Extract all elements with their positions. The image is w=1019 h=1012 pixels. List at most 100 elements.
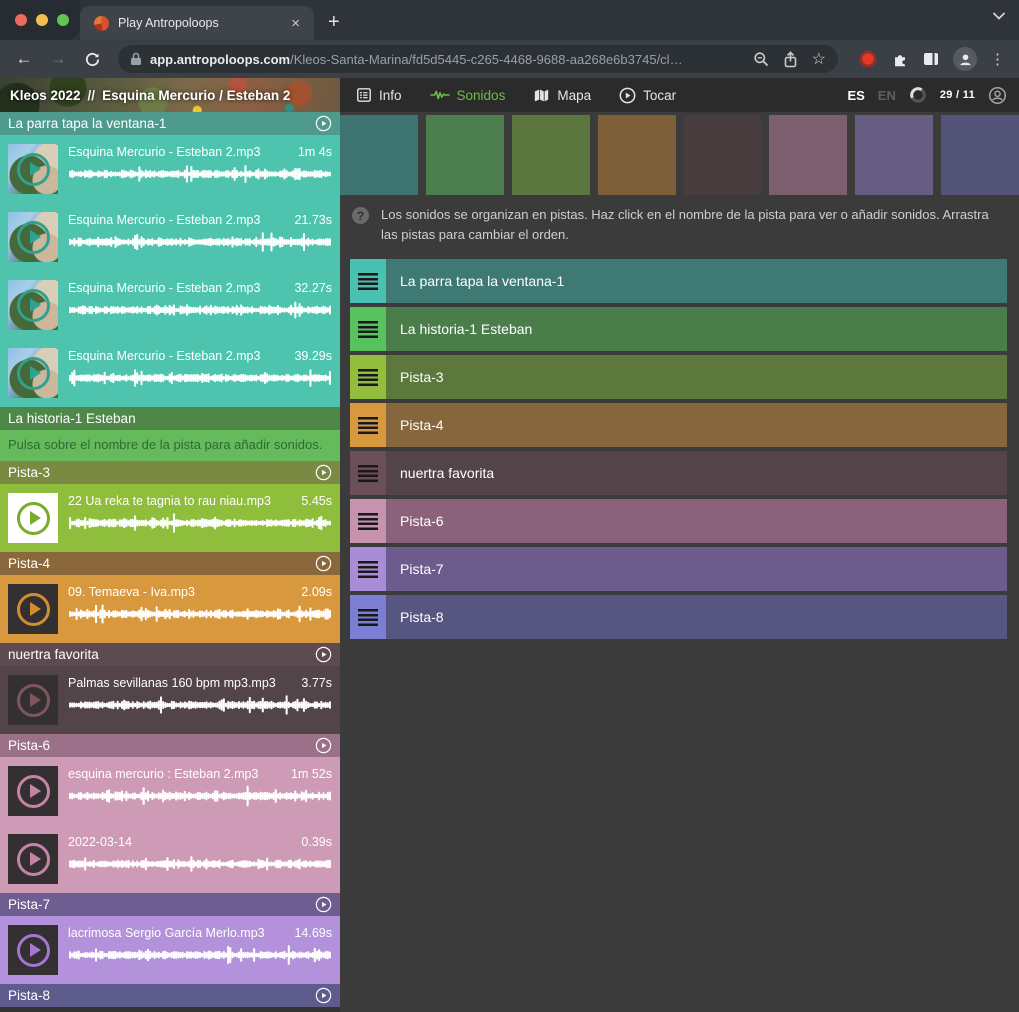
track-section-header[interactable]: nuertra favorita [0,643,340,666]
nav-info[interactable]: Info [356,87,402,103]
track-color-block[interactable] [512,115,590,195]
track-section-header[interactable]: La historia-1 Esteban [0,407,340,430]
clip-play-button[interactable] [17,153,50,186]
audio-clip[interactable]: Esquina Mercurio - Esteban 2.mp321.73s [0,203,340,271]
clip-play-button[interactable] [17,357,50,390]
close-window-button[interactable] [15,14,27,26]
url-bar[interactable]: app.antropoloops.com/Kleos-Santa-Marina/… [118,45,838,73]
waveform [68,943,332,967]
track-drag-handle[interactable] [350,307,386,351]
track-row[interactable]: Pista-4 [350,403,1007,447]
audio-clip[interactable]: 2022-03-140.39s [0,825,340,893]
nav-tocar[interactable]: Tocar [619,87,676,104]
track-section-name: Pista-3 [8,465,50,480]
play-track-icon[interactable] [315,987,332,1004]
track-row[interactable]: La parra tapa la ventana-1 [350,259,1007,303]
track-row[interactable]: Pista-3 [350,355,1007,399]
audio-clip[interactable]: 22 Ua reka te tagnia to rau niau.mp35.45… [0,484,340,552]
play-track-icon[interactable] [315,555,332,572]
profile-avatar[interactable] [953,47,977,71]
play-triangle-icon [30,852,41,866]
map-photo-breadcrumb[interactable]: Kleos 2022 // Esquina Mercurio / Esteban… [0,78,340,112]
track-drag-handle[interactable] [350,595,386,639]
track-color-block[interactable] [769,115,847,195]
new-tab-button[interactable]: + [328,11,340,34]
nav-sonidos[interactable]: Sonidos [430,88,506,103]
app-nav: Info Sonidos Mapa Tocar [356,87,676,104]
audio-clip[interactable]: esquina mercurio : Esteban 2.mp31m 52s [0,757,340,825]
extensions-puzzle-icon[interactable] [891,50,909,68]
track-row[interactable]: Pista-8 [350,595,1007,639]
record-extension-icon[interactable] [858,49,878,69]
audio-clip[interactable]: Esquina Mercurio - Esteban 2.mp332.27s [0,271,340,339]
clip-play-button[interactable] [17,934,50,967]
track-color-block[interactable] [684,115,762,195]
audio-clip[interactable]: Esquina Mercurio - Esteban 2.mp339.29s [0,339,340,407]
track-section-header[interactable]: La parra tapa la ventana-1 [0,112,340,135]
clip-play-button[interactable] [17,502,50,535]
fullscreen-window-button[interactable] [57,14,69,26]
track-row[interactable]: La historia-1 Esteban [350,307,1007,351]
back-button[interactable]: ← [10,45,38,73]
track-color-block[interactable] [340,115,418,195]
track-drag-handle[interactable] [350,451,386,495]
track-drag-handle[interactable] [350,499,386,543]
play-track-icon[interactable] [315,464,332,481]
track-drag-handle[interactable] [350,355,386,399]
clip-info: lacrimosa Sergio García Merlo.mp314.69s [68,925,332,975]
audio-clip[interactable]: Esquina Mercurio - Esteban 2.mp31m 4s [0,135,340,203]
audio-clip[interactable]: Palmas sevillanas 160 bpm mp3.mp33.77s [0,666,340,734]
lang-es-button[interactable]: ES [847,88,864,103]
track-row-label: La parra tapa la ventana-1 [386,273,564,289]
bookmark-star-icon[interactable]: ☆ [812,49,826,69]
track-drag-handle[interactable] [350,547,386,591]
clip-play-button[interactable] [17,684,50,717]
track-section-header[interactable]: Pista-7 [0,893,340,916]
track-color-block[interactable] [941,115,1019,195]
audio-clip[interactable]: lacrimosa Sergio García Merlo.mp314.69s [0,916,340,984]
track-color-row [340,115,1019,195]
forward-button[interactable]: → [44,45,72,73]
account-icon[interactable] [988,86,1007,105]
play-track-icon[interactable] [315,646,332,663]
clip-play-button[interactable] [17,775,50,808]
reload-button[interactable] [78,45,106,73]
share-icon[interactable] [783,51,798,68]
clip-play-button[interactable] [17,221,50,254]
clip-play-button[interactable] [17,593,50,626]
browser-menu-icon[interactable]: ⋮ [990,50,1005,68]
lang-en-button[interactable]: EN [878,88,896,103]
breadcrumb-project[interactable]: Kleos 2022 [10,88,81,103]
help-text: Los sonidos se organizan en pistas. Haz … [381,205,1005,245]
track-row[interactable]: nuertra favorita [350,451,1007,495]
waveform [68,230,332,254]
close-tab-icon[interactable]: × [287,14,304,33]
track-color-block[interactable] [598,115,676,195]
nav-mapa[interactable]: Mapa [533,88,591,103]
track-section-header[interactable]: Pista-4 [0,552,340,575]
browser-tab[interactable]: Play Antropoloops × [80,6,314,40]
minimize-window-button[interactable] [36,14,48,26]
waveform [68,366,332,390]
track-row[interactable]: Pista-7 [350,547,1007,591]
clip-play-button[interactable] [17,843,50,876]
zoom-icon[interactable] [753,51,769,67]
track-section-header[interactable]: Pista-8 [0,984,340,1007]
track-section-header[interactable]: Pista-3 [0,461,340,484]
track-color-block[interactable] [855,115,933,195]
tab-strip: Play Antropoloops × + [0,0,1019,40]
track-drag-handle[interactable] [350,259,386,303]
clip-play-button[interactable] [17,289,50,322]
play-triangle-icon [30,602,41,616]
track-section-header[interactable]: Pista-6 [0,734,340,757]
track-color-block[interactable] [426,115,504,195]
play-track-icon[interactable] [315,896,332,913]
play-track-icon[interactable] [315,115,332,132]
track-drag-handle[interactable] [350,403,386,447]
side-panel-icon[interactable] [922,50,940,68]
tab-search-chevron-icon[interactable] [993,12,1005,20]
audio-clip[interactable]: 09. Temaeva - Iva.mp32.09s [0,575,340,643]
clip-info: Esquina Mercurio - Esteban 2.mp339.29s [68,348,332,398]
track-row[interactable]: Pista-6 [350,499,1007,543]
play-track-icon[interactable] [315,737,332,754]
